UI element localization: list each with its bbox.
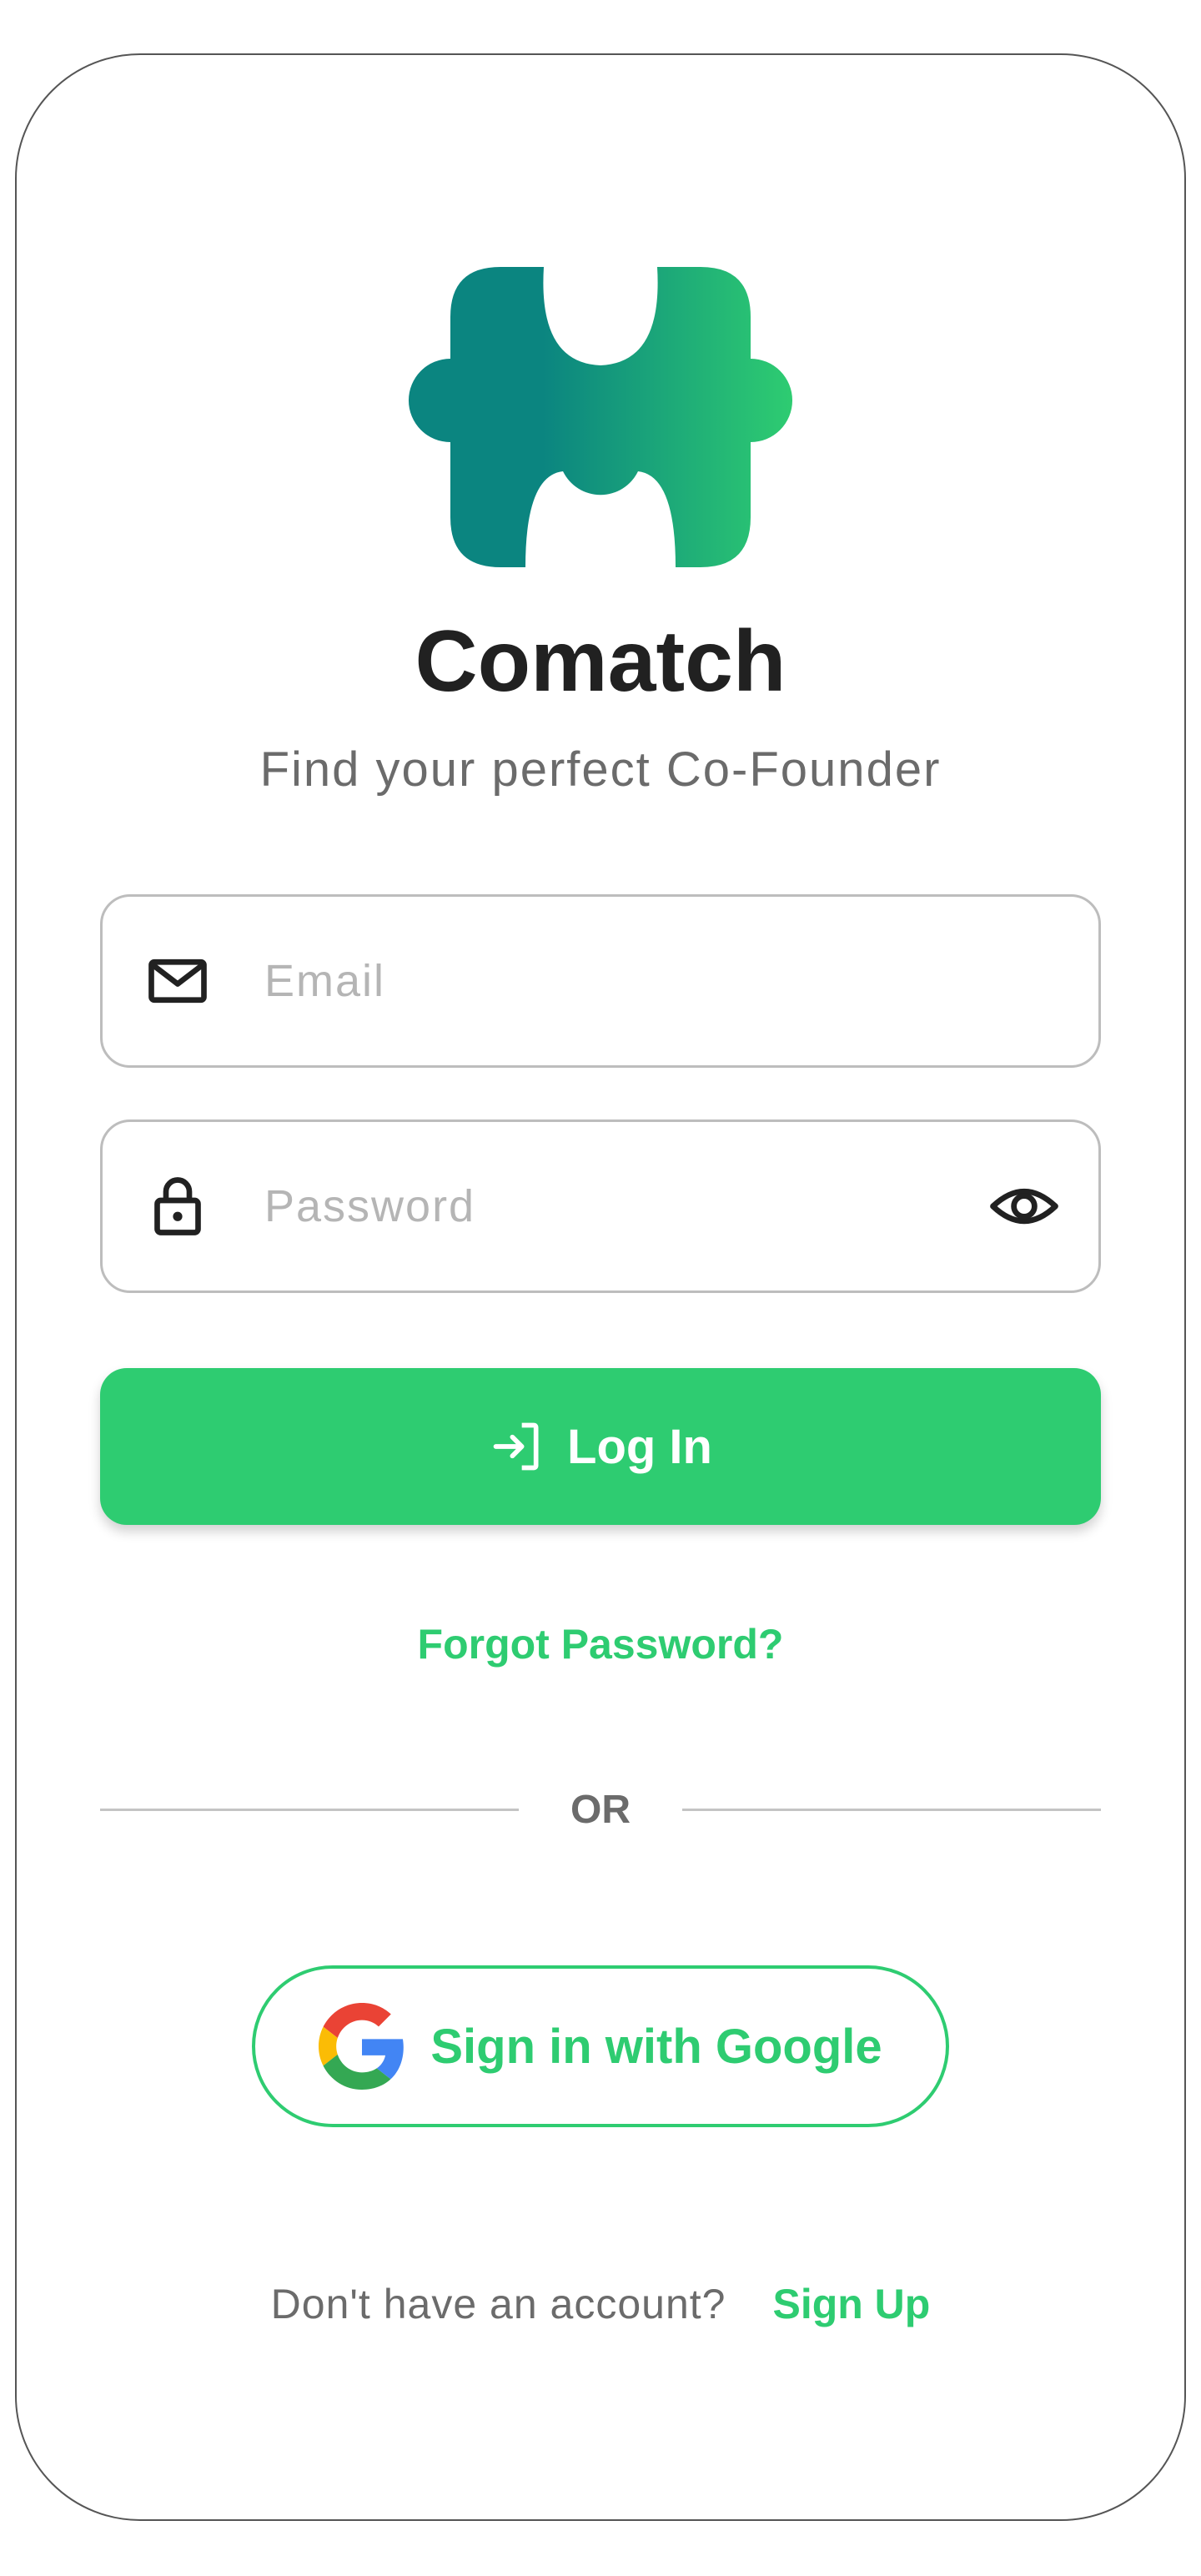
google-signin-button[interactable]: Sign in with Google <box>252 1965 949 2127</box>
login-button-label: Log In <box>567 1419 712 1474</box>
signup-row: Don't have an account? Sign Up <box>0 2277 1201 2331</box>
lock-icon <box>154 1177 201 1235</box>
mail-icon <box>148 958 207 1004</box>
eye-icon[interactable] <box>987 1169 1062 1244</box>
google-icon <box>319 2003 405 2090</box>
email-field[interactable] <box>100 894 1101 1068</box>
divider-label: OR <box>570 1788 631 1832</box>
email-input[interactable] <box>264 897 982 1065</box>
app-title: Comatch <box>415 613 786 710</box>
divider-line-right <box>682 1809 1101 1811</box>
google-signin-label: Sign in with Google <box>430 2019 882 2074</box>
forgot-password-link[interactable]: Forgot Password? <box>418 1621 784 1668</box>
comatch-logo-icon <box>408 267 793 567</box>
login-button[interactable]: Log In <box>100 1368 1101 1525</box>
login-arrow-icon <box>493 1422 539 1471</box>
tagline: Find your perfect Co-Founder <box>259 742 942 797</box>
forgot-password-row: Forgot Password? <box>0 1620 1201 1668</box>
divider-line-left <box>100 1809 519 1811</box>
signup-prompt: Don't have an account? <box>270 2281 726 2327</box>
signup-link[interactable]: Sign Up <box>772 2281 930 2327</box>
password-input[interactable] <box>264 1122 982 1291</box>
password-field[interactable] <box>100 1119 1101 1293</box>
